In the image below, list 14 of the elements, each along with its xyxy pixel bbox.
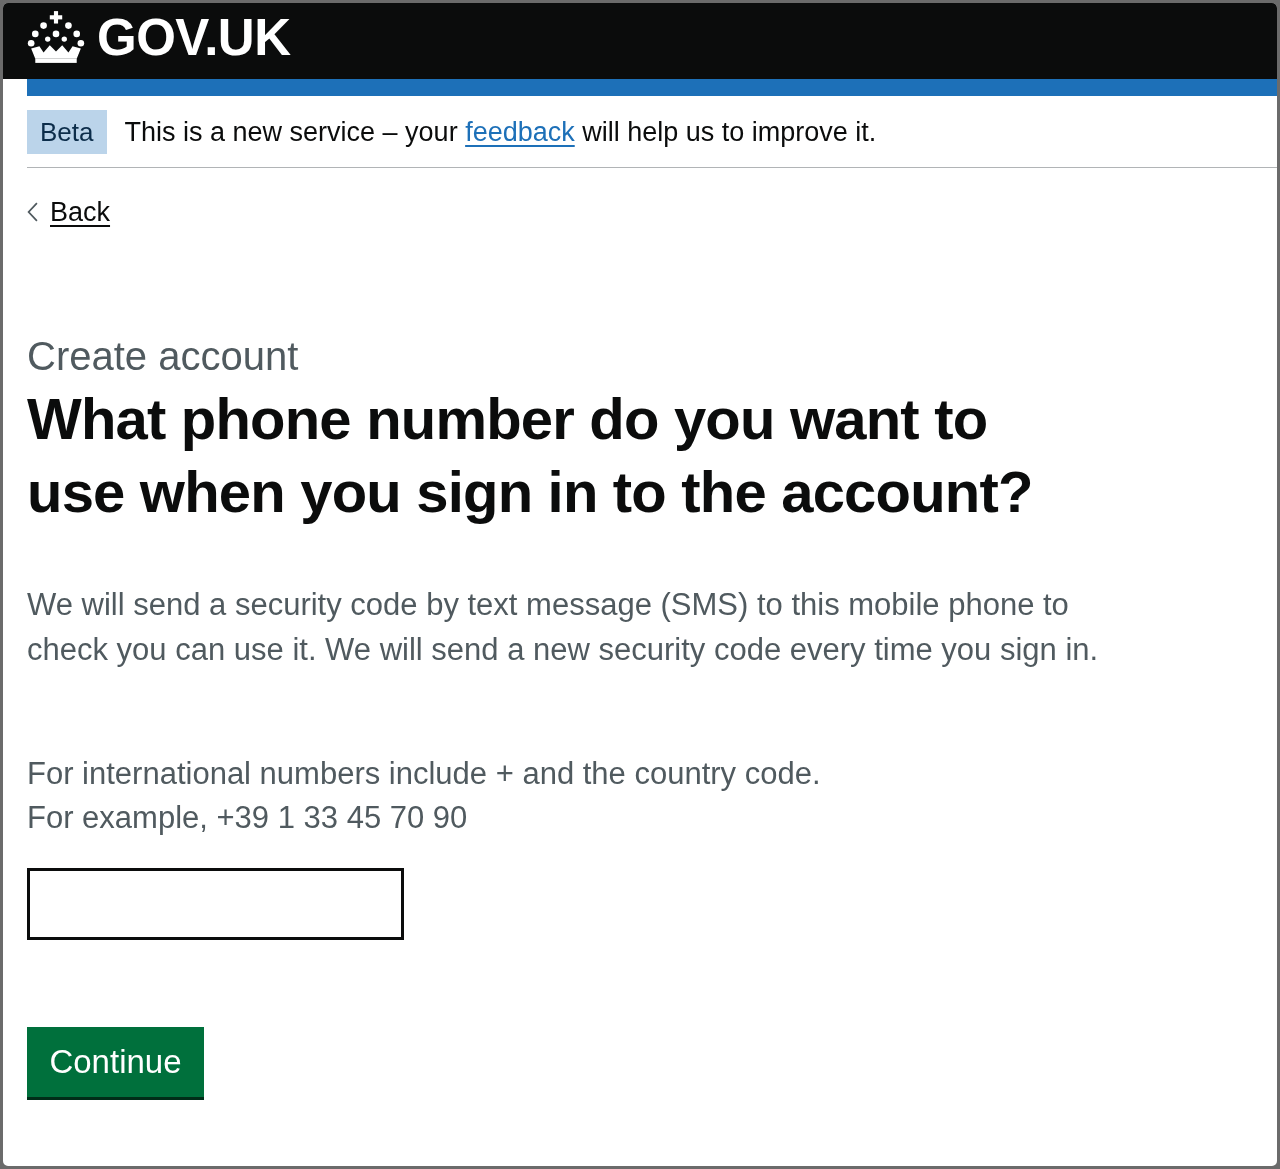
- page-caption: Create account: [27, 334, 300, 378]
- chevron-icon: [27, 202, 38, 222]
- continue-button[interactable]: Continue: [27, 1027, 204, 1097]
- page-heading: What phone number do you want to use when you sign in to the account?: [27, 385, 1034, 526]
- crown-icon: [27, 11, 85, 63]
- back-link[interactable]: Back: [27, 196, 111, 228]
- phase-banner-text: This is a new service – your feedback will help us to improve it.: [124, 116, 877, 149]
- phone-number-field[interactable]: [27, 868, 404, 940]
- feedback-link[interactable]: feedback: [465, 117, 575, 147]
- phase-tag: Beta: [27, 110, 107, 154]
- hint-text: For international numbers include + and the country code.: [27, 755, 822, 793]
- govuk-logo-link[interactable]: GOV.UK: [27, 11, 291, 63]
- intro-text: We will send a security code by text message (SMS) to this mobile phone to check you can use it. We will send a new security code every time you sign in.: [27, 586, 1100, 669]
- hint-text: For example, +39 1 33 45 70 90: [27, 799, 469, 837]
